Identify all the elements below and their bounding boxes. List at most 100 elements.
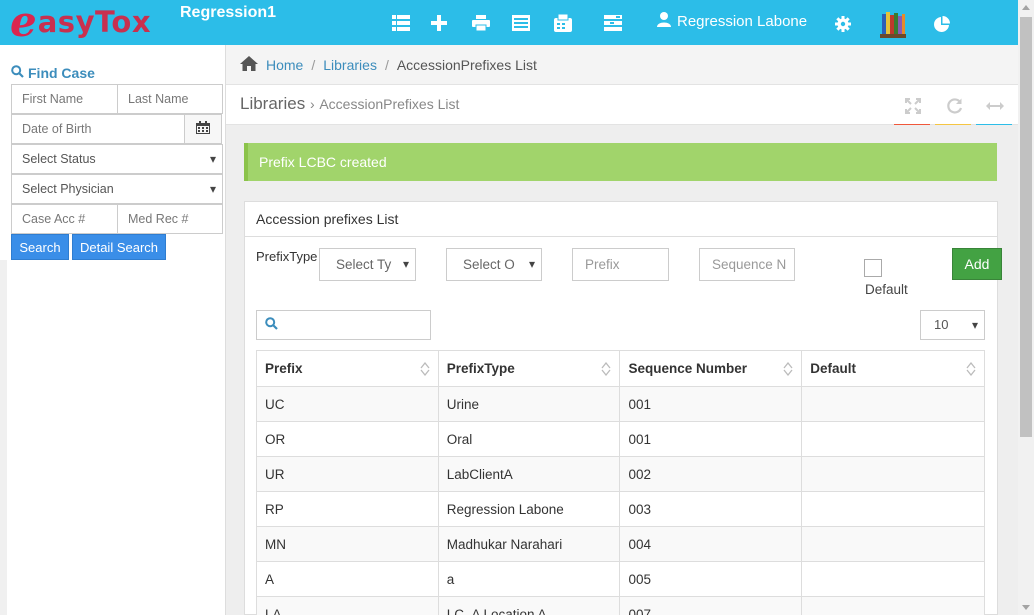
breadcrumb: Home / Libraries / AccessionPrefixes Lis… [226, 45, 1018, 85]
table-row[interactable]: RP Regression Labone 003 [256, 491, 985, 527]
sidebar-gutter [0, 260, 7, 615]
column-header-default[interactable]: Default [801, 350, 985, 387]
scrollbar-thumb[interactable] [1020, 17, 1032, 437]
physician-select[interactable]: Select Physician [11, 174, 223, 204]
cell-prefix: A [256, 561, 439, 597]
med-rec-field[interactable]: Med Rec # [117, 204, 223, 234]
search-button[interactable]: Search [11, 234, 69, 260]
find-case-sidebar: Find Case First Name Last Name Date of B… [0, 45, 226, 615]
sort-icon [601, 362, 611, 376]
other-select[interactable]: Select O [446, 248, 542, 281]
prefix-type-label: PrefixType [256, 249, 318, 264]
user-icon [657, 12, 671, 31]
cell-default [801, 596, 985, 615]
cell-prefix: OR [256, 421, 439, 457]
page-title-arrow: › [309, 96, 315, 112]
column-label: PrefixType [446, 361, 515, 376]
gear-icon[interactable] [834, 15, 852, 33]
table-header-row: Prefix PrefixType Sequence Number Defaul… [256, 350, 985, 387]
scroll-up-icon[interactable] [1022, 5, 1030, 10]
table-row[interactable]: OR Oral 001 [256, 421, 985, 457]
cell-sequence-number: 002 [619, 456, 803, 492]
plus-icon[interactable] [430, 14, 448, 32]
home-icon[interactable] [240, 55, 258, 74]
user-name: Regression Labone [677, 13, 808, 30]
page-scrollbar[interactable] [1018, 0, 1034, 615]
prefix-input[interactable]: Prefix [572, 248, 669, 281]
cell-default [801, 491, 985, 527]
cell-default [801, 526, 985, 562]
column-label: Prefix [265, 361, 303, 376]
calendar-button[interactable] [184, 114, 222, 144]
collapse-tool[interactable] [976, 97, 1012, 127]
logo-text: asyTox [37, 5, 152, 39]
first-name-field[interactable]: First Name [11, 84, 118, 114]
detail-search-button[interactable]: Detail Search [72, 234, 166, 260]
page-title: Libraries › AccessionPrefixes List [240, 94, 459, 114]
list-alt-icon[interactable] [512, 14, 530, 32]
table-search-input[interactable] [256, 310, 431, 340]
status-select[interactable]: Select Status [11, 144, 223, 174]
panel-title: Accession prefixes List [245, 202, 997, 237]
pie-chart-icon[interactable] [932, 15, 950, 33]
sort-icon [966, 362, 976, 376]
cell-prefixtype: LC_A Location A [437, 596, 621, 615]
cell-sequence-number: 005 [619, 561, 803, 597]
cell-default [801, 386, 985, 422]
cell-sequence-number: 001 [619, 421, 803, 457]
page-title-main: Libraries [240, 94, 306, 113]
last-name-field[interactable]: Last Name [117, 84, 223, 114]
calendar-icon [196, 121, 210, 137]
arrows-horizontal-icon [986, 97, 1004, 115]
sort-icon [420, 362, 430, 376]
search-icon [265, 317, 278, 333]
breadcrumb-libraries[interactable]: Libraries [323, 57, 377, 73]
cell-sequence-number: 007 [619, 596, 803, 615]
cell-prefixtype: a [437, 561, 621, 597]
cell-prefix: MN [256, 526, 439, 562]
breadcrumb-separator: / [311, 56, 316, 73]
cell-prefixtype: LabClientA [437, 456, 621, 492]
cell-sequence-number: 004 [619, 526, 803, 562]
prefix-type-select[interactable]: Select Ty [319, 248, 416, 281]
add-button[interactable]: Add [952, 248, 1002, 280]
refresh-tool[interactable] [935, 97, 971, 127]
cell-sequence-number: 001 [619, 386, 803, 422]
easytox-logo[interactable]: e asyTox [10, 0, 152, 46]
cell-prefixtype: Madhukar Narahari [437, 526, 621, 562]
page-title-sub: AccessionPrefixes List [319, 96, 460, 112]
cell-prefix: UR [256, 456, 439, 492]
column-header-prefix[interactable]: Prefix [256, 350, 439, 387]
table-row[interactable]: UR LabClientA 002 [256, 456, 985, 492]
default-checkbox[interactable] [864, 259, 882, 277]
fullscreen-tool[interactable] [894, 97, 930, 127]
find-case-heading: Find Case [11, 65, 95, 81]
user-menu[interactable]: Regression Labone [657, 12, 807, 31]
breadcrumb-current: AccessionPrefixes List [396, 56, 537, 73]
table-row[interactable]: A a 005 [256, 561, 985, 597]
fax-icon[interactable] [554, 14, 572, 32]
cell-default [801, 456, 985, 492]
print-icon[interactable] [472, 14, 490, 32]
books-icon[interactable] [880, 10, 906, 38]
tasks-icon[interactable] [604, 14, 622, 32]
table-row[interactable]: UC Urine 001 [256, 386, 985, 422]
list-icon[interactable] [392, 14, 410, 32]
logo-e: e [10, 0, 37, 46]
cell-default [801, 421, 985, 457]
page-size-select[interactable]: 10 [920, 310, 985, 340]
date-of-birth-field[interactable]: Date of Birth [11, 114, 185, 144]
sequence-number-input[interactable]: Sequence N [699, 248, 795, 281]
cell-sequence-number: 003 [619, 491, 803, 527]
column-header-prefixtype[interactable]: PrefixType [437, 350, 621, 387]
column-label: Sequence Number [628, 361, 748, 376]
breadcrumb-home[interactable]: Home [266, 57, 303, 73]
cell-prefix: LA [256, 596, 439, 615]
column-header-sequence-number[interactable]: Sequence Number [619, 350, 803, 387]
case-acc-field[interactable]: Case Acc # [11, 204, 118, 234]
prefixes-table: Prefix PrefixType Sequence Number Defaul… [256, 350, 985, 615]
cell-prefixtype: Regression Labone [437, 491, 621, 527]
table-row[interactable]: LA LC_A Location A 007 [256, 596, 985, 615]
scroll-down-icon[interactable] [1022, 605, 1030, 610]
table-row[interactable]: MN Madhukar Narahari 004 [256, 526, 985, 562]
